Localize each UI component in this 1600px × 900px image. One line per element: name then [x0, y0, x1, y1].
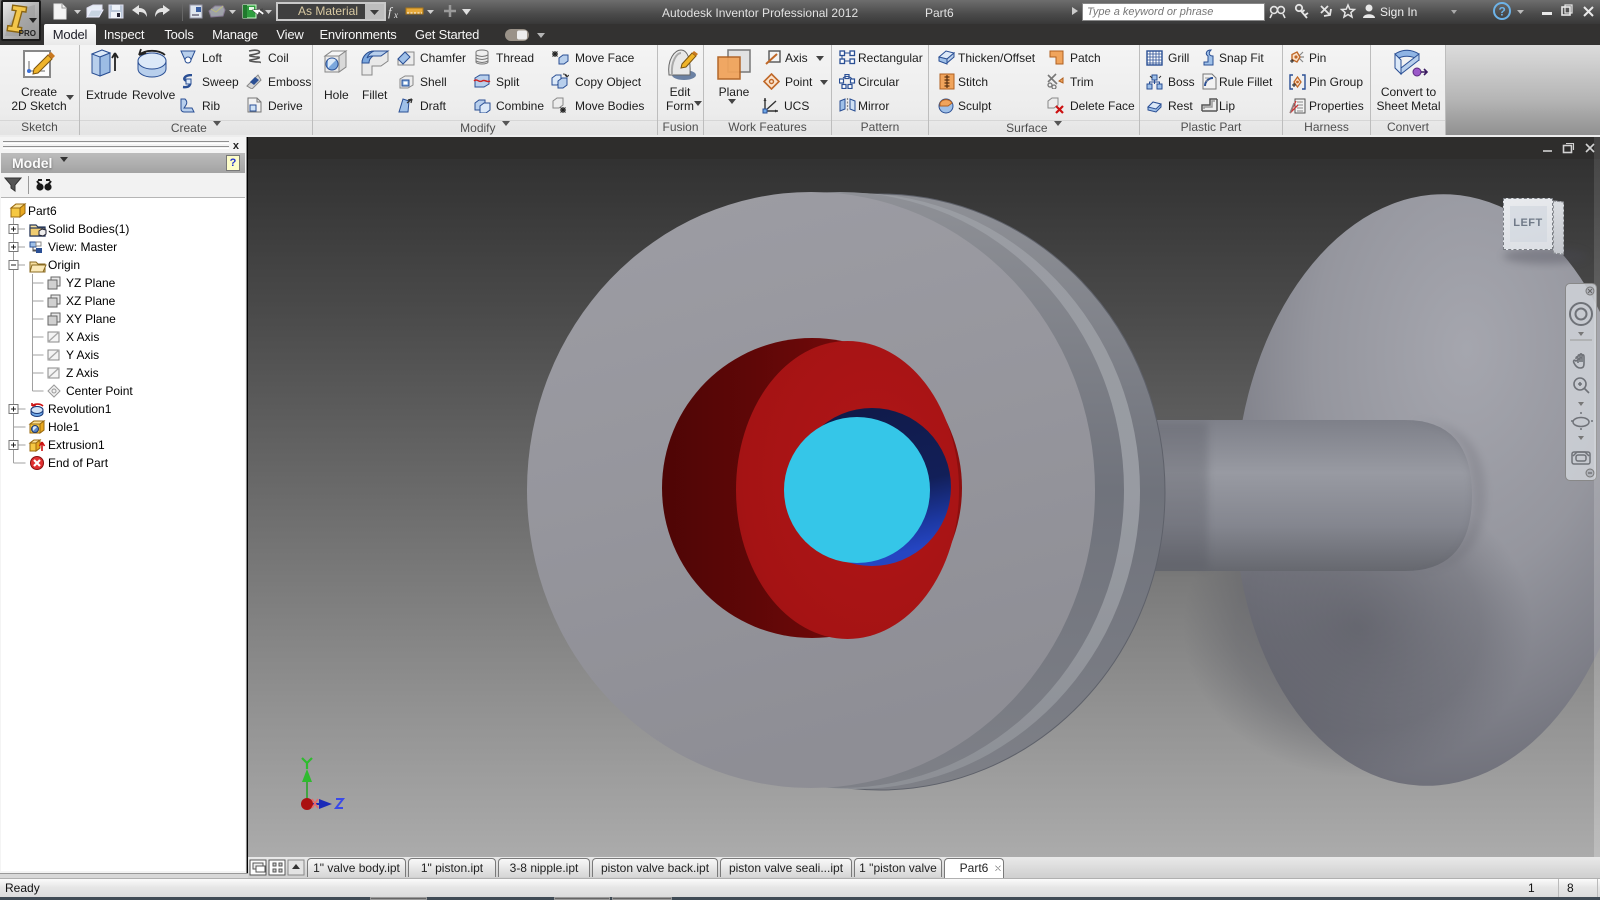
- svg-text:x: x: [393, 10, 398, 20]
- svg-text:Sign In: Sign In: [1380, 5, 1417, 19]
- svg-text:?: ?: [1499, 5, 1506, 19]
- svg-text:As Material: As Material: [298, 4, 358, 18]
